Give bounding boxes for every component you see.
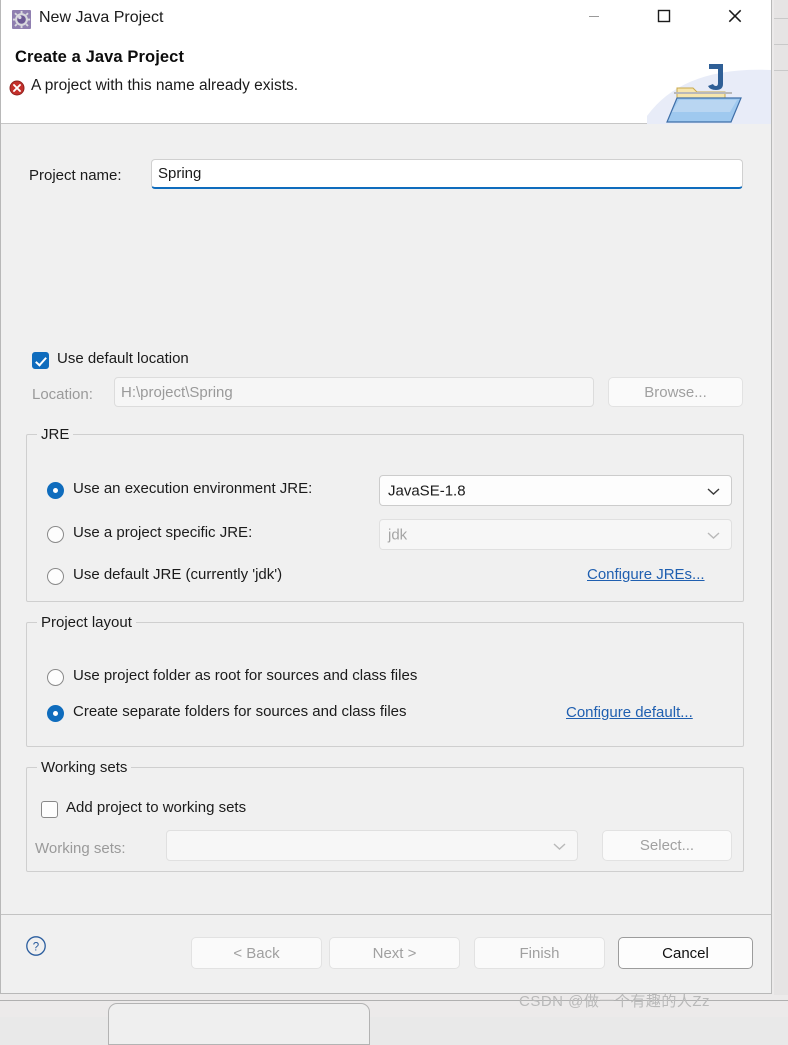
jre-group-title: JRE [37,426,73,443]
project-layout-group-title: Project layout [37,614,136,631]
radio-label: Create separate folders for sources and … [73,703,407,720]
project-name-label: Project name: [29,167,122,184]
working-sets-combo [166,830,578,861]
checkbox-label: Use default location [57,350,189,367]
combo-value: jdk [388,526,407,543]
csdn-watermark: CSDN @做一个有趣的人Zz [519,990,710,1011]
help-question-icon[interactable]: ? [25,935,47,957]
project-layout-group: Project layout Use project folder as roo… [26,622,744,747]
jre-group: JRE Use an execution environment JRE: Ja… [26,434,744,602]
checkbox-box [41,801,58,818]
minimize-icon [588,10,600,22]
project-specific-jre-combo: jdk [379,519,732,550]
configure-jres-link[interactable]: Configure JREs... [587,566,705,583]
background-window-right [774,0,788,995]
background-divider-1 [774,18,788,19]
radio-label: Use a project specific JRE: [73,524,252,541]
background-divider-3 [774,70,788,71]
radio-box [47,526,64,543]
finish-button[interactable]: Finish [474,937,605,969]
minimize-button[interactable] [571,1,617,31]
next-button[interactable]: Next > [329,937,460,969]
page-title: Create a Java Project [15,48,184,67]
dialog-body: Project name: Use default location Locat… [1,124,771,914]
location-field: H:\project\Spring [114,377,594,407]
close-icon [727,8,743,24]
dialog-footer: ? < Back Next > Finish Cancel [1,914,771,994]
radio-label: Use default JRE (currently 'jdk') [73,566,282,583]
close-button[interactable] [712,1,758,31]
browse-button[interactable]: Browse... [608,377,743,407]
execution-environment-combo[interactable]: JavaSE-1.8 [379,475,732,506]
radio-label: Use project folder as root for sources a… [73,667,417,684]
window-title: New Java Project [39,9,164,27]
dialog-header: Create a Java Project A project with thi… [1,38,771,124]
java-folder-icon [647,58,771,128]
project-name-input[interactable] [151,159,743,189]
java-project-gear-icon [12,10,31,29]
radio-box [47,568,64,585]
location-label: Location: [32,386,93,403]
radio-box [47,705,64,722]
working-sets-group: Working sets Add project to working sets… [26,767,744,872]
new-java-project-dialog: New Java Project Create a Java Project [0,0,772,994]
validation-message: A project with this name already exists. [31,77,298,95]
select-working-sets-button[interactable]: Select... [602,830,732,861]
title-bar: New Java Project [1,0,771,38]
working-sets-label: Working sets: [35,840,126,857]
background-window-bottom [108,1003,370,1045]
checkbox-label: Add project to working sets [66,799,246,816]
svg-text:?: ? [33,942,39,954]
maximize-icon [657,9,671,23]
cancel-button[interactable]: Cancel [618,937,753,969]
maximize-button[interactable] [641,1,687,31]
working-sets-group-title: Working sets [37,759,131,776]
checkbox-box [32,352,49,369]
radio-box [47,669,64,686]
chevron-down-icon [553,837,566,854]
radio-label: Use an execution environment JRE: [73,480,312,497]
configure-default-link[interactable]: Configure default... [566,704,693,721]
back-button[interactable]: < Back [191,937,322,969]
background-divider-2 [774,44,788,45]
combo-value: JavaSE-1.8 [388,482,466,499]
radio-box [47,482,64,499]
location-value: H:\project\Spring [121,384,233,401]
chevron-down-icon [707,482,720,499]
chevron-down-icon [707,526,720,543]
error-icon [9,80,25,96]
